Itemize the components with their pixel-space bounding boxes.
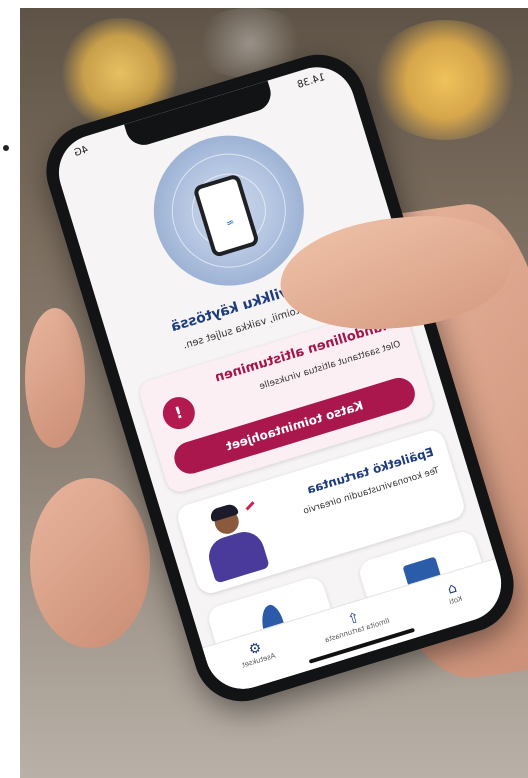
hand-lower-fingers (30, 478, 150, 648)
photo: 14.38 4G ≈ Koronavilkku käytössä Sovellu… (20, 8, 528, 778)
alert-icon: ! (158, 393, 199, 434)
cough-mark-icon (245, 501, 255, 511)
status-signal: 4G (72, 144, 90, 160)
bokeh-light-right (370, 20, 520, 140)
hand-left-finger (25, 308, 85, 448)
status-time: 14.38 (296, 71, 327, 91)
bullet-point (3, 145, 9, 151)
person-body (204, 527, 270, 584)
coughing-person-illustration (191, 496, 278, 587)
signal-icon: ≈ (224, 217, 237, 231)
